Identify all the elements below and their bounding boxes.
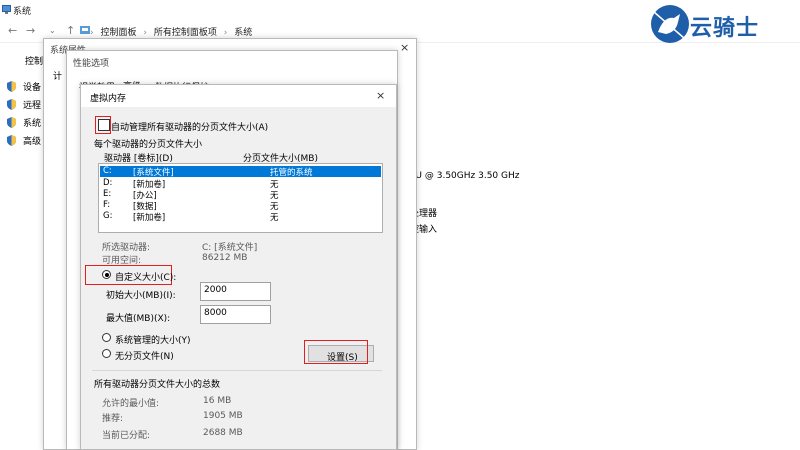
sidebar-item-label: 高级: [23, 137, 42, 147]
selected-drive-value: C: [系统文件]: [202, 243, 258, 253]
allocated-value: 2688 MB: [203, 428, 243, 438]
group-label: 每个驱动器的分页文件大小: [94, 140, 203, 150]
sidebar-item-remote[interactable]: 远程: [6, 98, 41, 111]
initial-size-label: 初始大小(MB)(I):: [106, 291, 176, 301]
auto-manage-checkbox[interactable]: [98, 119, 110, 131]
close-icon[interactable]: ×: [400, 41, 409, 54]
drive-row[interactable]: G: [新加卷] 无: [100, 211, 381, 223]
sidebar-item-advanced[interactable]: 高级: [6, 134, 41, 147]
max-size-input[interactable]: 8000: [200, 305, 271, 324]
max-size-label: 最大值(MB)(X):: [106, 314, 171, 324]
sidebar-item-label: 远程: [23, 101, 42, 111]
recommended-label: 推荐:: [102, 414, 124, 424]
drive-list[interactable]: C: [系统文件] 托管的系统 D: [新加卷] 无 E: [办公] 无 F: …: [98, 163, 383, 233]
system-managed-label: 系统管理的大小(Y): [115, 336, 191, 346]
dialog-title: 性能选项: [73, 59, 110, 69]
sidebar-home[interactable]: 控制: [25, 54, 43, 67]
total-label: 所有驱动器分页文件大小的总数: [94, 380, 221, 390]
initial-size-input[interactable]: 2000: [200, 282, 271, 301]
forward-arrow-icon[interactable]: →: [26, 24, 35, 37]
custom-size-radio[interactable]: [102, 270, 111, 279]
drive-row[interactable]: D: [新加卷] 无: [100, 178, 381, 190]
shield-icon: [7, 99, 16, 110]
breadcrumb: › 控制面板 › 所有控制面板项 › 系统: [90, 28, 253, 38]
free-space-value: 86212 MB: [202, 253, 248, 263]
up-arrow-icon[interactable]: ↑: [66, 24, 75, 37]
custom-size-label: 自定义大小(C):: [115, 273, 177, 283]
no-paging-label: 无分页文件(N): [115, 352, 174, 362]
selected-drive-label: 所选驱动器:: [102, 243, 151, 253]
shield-icon: [7, 135, 16, 146]
auto-manage-label: 自动管理所有驱动器的分页文件大小(A): [111, 123, 269, 133]
dialog-title: 虚拟内存: [90, 94, 127, 104]
computer-icon: [2, 5, 11, 14]
logo-text: 云骑士: [690, 15, 760, 41]
min-allowed-value: 16 MB: [203, 396, 232, 406]
system-managed-radio[interactable]: [102, 333, 111, 342]
shield-icon: [7, 81, 16, 92]
breadcrumb-item[interactable]: 控制面板: [100, 28, 136, 38]
drive-row[interactable]: E: [办公] 无: [100, 189, 381, 201]
breadcrumb-item[interactable]: 系统: [234, 28, 252, 38]
set-button-label: 设置(S): [327, 353, 358, 363]
chevron-down-icon[interactable]: ⌄: [49, 26, 56, 35]
close-icon[interactable]: ×: [376, 89, 385, 102]
sidebar-item-system[interactable]: 系统: [6, 116, 41, 129]
divider: [92, 370, 382, 371]
window-title: 系统: [13, 7, 32, 17]
sidebar-item-label: 设备: [23, 83, 42, 93]
tab-fragment[interactable]: 计: [53, 69, 62, 82]
cpu-info: PU @ 3.50GHz 3.50 GHz: [410, 171, 520, 181]
dialog-titlebar: [81, 85, 396, 107]
min-allowed-label: 允许的最小值:: [102, 399, 160, 409]
sidebar-item-label: 系统: [23, 119, 42, 129]
drive-row[interactable]: C: [系统文件] 托管的系统: [100, 166, 381, 178]
no-paging-radio[interactable]: [102, 349, 111, 358]
recommended-value: 1905 MB: [203, 411, 243, 421]
drive-row[interactable]: F: [数据] 无: [100, 200, 381, 212]
sidebar-item-devices[interactable]: 设备: [6, 80, 41, 93]
allocated-label: 当前已分配:: [102, 431, 151, 441]
shield-icon: [7, 117, 16, 128]
breadcrumb-item[interactable]: 所有控制面板项: [154, 28, 217, 38]
back-arrow-icon[interactable]: ←: [8, 24, 17, 37]
control-panel-icon: [80, 26, 90, 34]
